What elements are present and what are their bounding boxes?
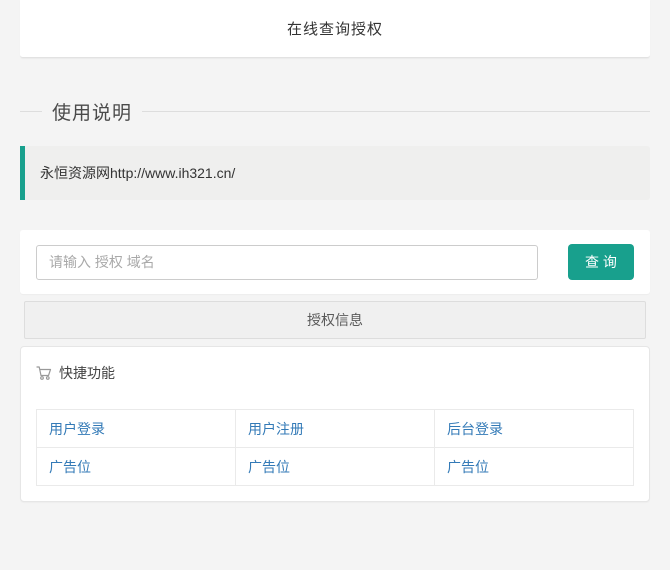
quick-links-table: 用户登录 用户注册 后台登录 广告位 广告位 广告位 [36, 409, 634, 486]
site-notice-callout: 永恒资源网http://www.ih321.cn/ [20, 146, 650, 200]
quick-panel-heading: 快捷功能 [21, 347, 649, 395]
query-button[interactable]: 查 询 [568, 244, 634, 280]
query-form-card: 查 询 [20, 230, 650, 294]
quick-link-ad-slot-1[interactable]: 广告位 [49, 459, 91, 475]
page-header: 在线查询授权 [20, 0, 650, 58]
divider-line-right [142, 111, 650, 112]
quick-link-ad-slot-3[interactable]: 广告位 [447, 459, 489, 475]
domain-input[interactable] [36, 245, 538, 280]
quick-links-row: 用户登录 用户注册 后台登录 [37, 410, 634, 448]
quick-link-admin-login[interactable]: 后台登录 [447, 421, 503, 437]
quick-link-user-login[interactable]: 用户登录 [49, 421, 105, 437]
quick-links-row: 广告位 广告位 广告位 [37, 448, 634, 486]
quick-panel-heading-label: 快捷功能 [59, 363, 115, 383]
usage-heading-label: 使用说明 [52, 98, 132, 125]
quick-link-ad-slot-2[interactable]: 广告位 [248, 459, 290, 475]
site-notice-text: 永恒资源网http://www.ih321.cn/ [40, 165, 235, 181]
page-title: 在线查询授权 [287, 18, 383, 39]
divider-line-left [20, 111, 42, 112]
quick-functions-panel: 快捷功能 用户登录 用户注册 后台登录 广告位 广告位 广告位 [20, 346, 650, 502]
auth-info-label: 授权信息 [307, 310, 363, 330]
usage-section-heading: 使用说明 [20, 98, 650, 125]
page-container: 在线查询授权 使用说明 永恒资源网http://www.ih321.cn/ 查 … [20, 0, 650, 502]
shopping-cart-icon [36, 365, 52, 381]
auth-info-bar: 授权信息 [24, 301, 646, 339]
quick-link-user-register[interactable]: 用户注册 [248, 421, 304, 437]
